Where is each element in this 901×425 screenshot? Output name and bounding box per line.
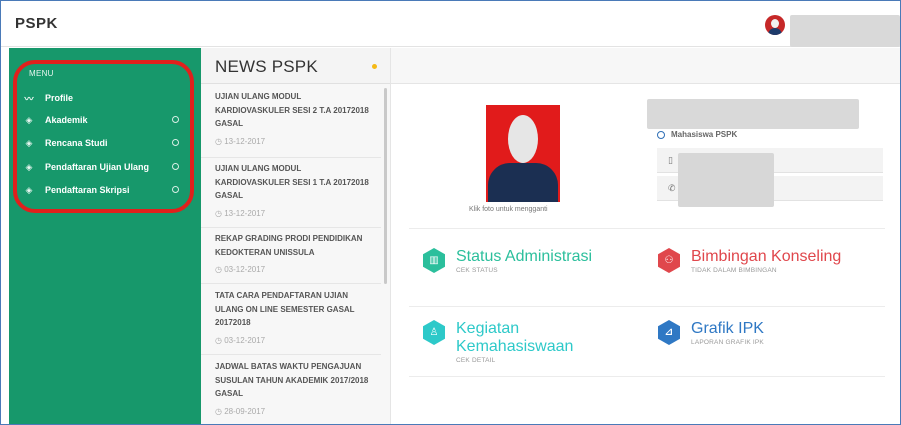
top-bar: PSPK — [1, 1, 900, 47]
app-title[interactable]: PSPK — [15, 15, 58, 32]
news-item[interactable]: TATA CARA PENDAFTARAN UJIAN ULANG ON LIN… — [201, 289, 381, 355]
photo-body — [488, 163, 558, 202]
menu-highlight-annotation — [13, 60, 194, 213]
tile-bimbingan-konseling[interactable]: ⚇ Bimbingan Konseling TIDAK DALAM BIMBIN… — [658, 248, 841, 274]
users-icon: ⚇ — [658, 248, 680, 273]
person-icon: ♙ — [423, 320, 445, 345]
news-list[interactable]: UJIAN ULANG MODUL KARDIOVASKULER SESI 2 … — [201, 85, 381, 424]
tile-subtitle: LAPORAN GRAFIK IPK — [691, 339, 764, 346]
news-scrollbar[interactable] — [384, 88, 387, 284]
news-item[interactable]: UJIAN ULANG MODUL KARDIOVASKULER SESI 2 … — [201, 90, 381, 158]
tile-subtitle: CEK STATUS — [456, 267, 498, 274]
phone-icon: ✆ — [668, 183, 676, 193]
book-icon: ▥ — [423, 248, 445, 273]
sidebar: MENU 〰 Profile ◈ Akademik ◈ Rencana Stud… — [9, 48, 201, 424]
tile-kegiatan-kemahasiswaan[interactable]: ♙ Kegiatan Kemahasiswaan CEK DETAIL — [423, 320, 586, 364]
role-row: Mahasiswa PSPK — [657, 130, 737, 139]
student-name-redacted — [647, 99, 859, 129]
mobile-icon: ▯ — [668, 155, 673, 165]
tile-subtitle: TIDAK DALAM BIMBINGAN — [691, 267, 777, 274]
tile-title[interactable]: Status Administrasi — [456, 248, 592, 266]
role-label: Mahasiswa PSPK — [671, 130, 738, 139]
news-title: NEWS PSPK — [215, 57, 318, 76]
divider — [409, 376, 885, 377]
tile-title[interactable]: Kegiatan Kemahasiswaan — [456, 320, 586, 356]
contact-redacted — [678, 153, 774, 207]
main-subbar — [391, 48, 900, 84]
news-item[interactable]: UJIAN ULANG MODUL KARDIOVASKULER SESI 1 … — [201, 162, 381, 228]
news-item-title[interactable]: UJIAN ULANG MODUL KARDIOVASKULER SESI 2 … — [215, 90, 369, 131]
photo-face-redacted — [508, 115, 538, 163]
news-item-date: ◷ 03-12-2017 — [215, 335, 266, 345]
tile-title[interactable]: Grafik IPK — [691, 320, 764, 338]
news-item-date: ◷ 28-09-2017 — [215, 406, 266, 416]
news-item-date: ◷ 13-12-2017 — [215, 136, 266, 146]
news-item-date: ◷ 13-12-2017 — [215, 208, 266, 218]
profile-photo[interactable] — [486, 105, 560, 202]
news-item-date: ◷ 03-12-2017 — [215, 265, 266, 274]
news-item-title[interactable]: REKAP GRADING PRODI PENDIDIKAN KEDOKTERA… — [215, 232, 369, 259]
news-item-title[interactable]: TATA CARA PENDAFTARAN UJIAN ULANG ON LIN… — [215, 289, 369, 330]
divider — [409, 306, 885, 307]
app-window: PSPK MENU 〰 Profile ◈ Akademik ◈ Rencana… — [0, 0, 901, 425]
news-item[interactable]: JADWAL BATAS WAKTU PENGAJUAN SUSULAN TAH… — [201, 360, 381, 424]
news-item-title[interactable]: UJIAN ULANG MODUL KARDIOVASKULER SESI 1 … — [215, 162, 369, 203]
user-avatar[interactable] — [765, 15, 785, 35]
avatar-face — [771, 19, 779, 28]
chart-icon: ⊿ — [658, 320, 680, 345]
news-panel: NEWS PSPK UJIAN ULANG MODUL KARDIOVASKUL… — [201, 48, 391, 424]
tile-title[interactable]: Bimbingan Konseling — [691, 248, 841, 266]
photo-hint: Klik foto untuk mengganti — [469, 206, 548, 213]
news-header: NEWS PSPK — [201, 48, 390, 84]
news-item[interactable]: REKAP GRADING PRODI PENDIDIKAN KEDOKTERA… — [201, 232, 381, 284]
avatar-body — [768, 28, 782, 35]
tile-subtitle: CEK DETAIL — [456, 357, 496, 364]
user-name-redacted[interactable] — [790, 15, 900, 47]
circle-icon — [657, 130, 665, 139]
tile-status-administrasi[interactable]: ▥ Status Administrasi CEK STATUS — [423, 248, 592, 274]
divider — [409, 228, 885, 229]
news-indicator-dot — [372, 64, 377, 69]
news-item-title[interactable]: JADWAL BATAS WAKTU PENGAJUAN SUSULAN TAH… — [215, 360, 369, 401]
tile-grafik-ipk[interactable]: ⊿ Grafik IPK LAPORAN GRAFIK IPK — [658, 320, 764, 346]
main-content: Klik foto untuk mengganti Mahasiswa PSPK… — [391, 48, 900, 424]
